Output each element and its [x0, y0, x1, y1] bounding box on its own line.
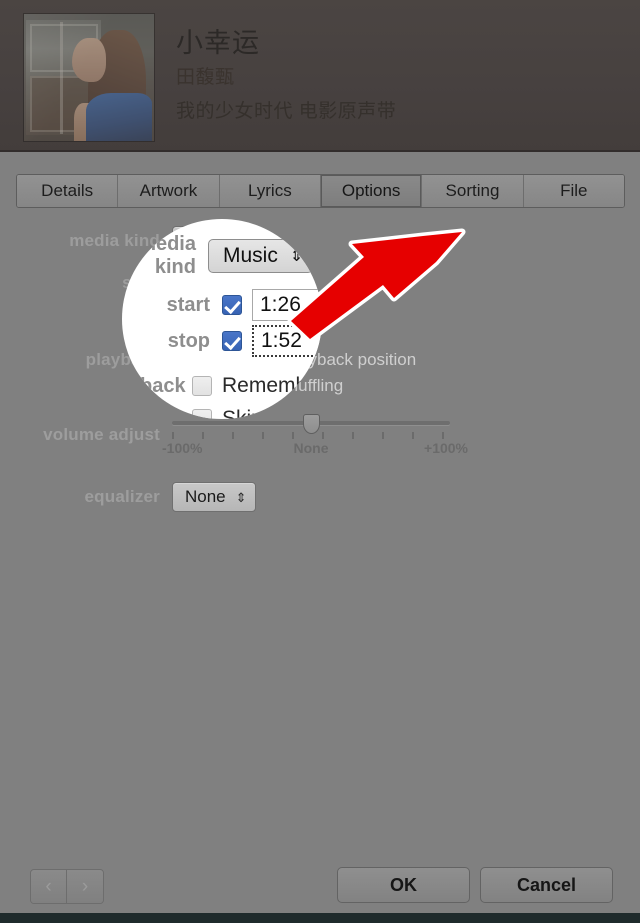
equalizer-label: equalizer	[84, 487, 160, 506]
cancel-button[interactable]: Cancel	[480, 867, 613, 903]
equalizer-select[interactable]: None ⇕	[172, 482, 256, 512]
tab-sorting[interactable]: Sorting	[422, 175, 524, 207]
slider-tick	[322, 432, 324, 439]
tab-details[interactable]: Details	[17, 175, 119, 207]
magnified-media-kind-value: Music	[223, 244, 278, 267]
ok-button[interactable]: OK	[337, 867, 470, 903]
tab-bar: Details Artwork Lyrics Options Sorting F…	[16, 174, 625, 208]
record-navigation: ‹ ›	[30, 869, 104, 904]
artwork-dim-overlay	[24, 14, 154, 141]
magnified-remember-label: Remember playba	[222, 374, 322, 397]
slider-tick	[352, 432, 354, 439]
track-metadata: 小幸运 田馥甄 我的少女时代 电影原声带	[176, 26, 596, 127]
slider-tick	[232, 432, 234, 439]
magnified-playback-row: playback Remember playba	[122, 374, 322, 398]
annotation-arrow-icon	[287, 228, 466, 342]
dialog-footer: ‹ › OK Cancel	[0, 863, 640, 909]
volume-min-label: -100%	[162, 440, 203, 456]
slider-tick	[442, 432, 444, 439]
tab-lyrics[interactable]: Lyrics	[219, 175, 321, 207]
track-header: 小幸运 田馥甄 我的少女时代 电影原声带	[0, 0, 640, 152]
magnified-media-kind-row: media kind Music ⇕	[122, 233, 314, 279]
magnified-remember-checkbox[interactable]	[192, 376, 212, 396]
magnified-stop-label: stop	[167, 329, 210, 352]
slider-tick	[412, 432, 414, 439]
artist-name: 田馥甄	[176, 67, 235, 88]
tab-artwork[interactable]: Artwork	[118, 175, 220, 207]
magnified-skip-checkbox[interactable]	[192, 409, 212, 419]
album-name: 我的少女时代 电影原声带	[176, 101, 397, 122]
itunes-get-info-dialog: 小幸运 田馥甄 我的少女时代 电影原声带 Details Artwork Lyr…	[0, 0, 640, 923]
equalizer-row: equalizer None ⇕	[0, 482, 640, 512]
window-bottom-edge	[0, 913, 640, 923]
slider-tick	[262, 432, 264, 439]
magnified-start-label: start	[166, 293, 210, 316]
volume-max-label: +100%	[424, 440, 468, 456]
volume-mid-label: None	[293, 440, 329, 456]
slider-tick	[202, 432, 204, 439]
magnified-start-checkbox[interactable]	[222, 295, 242, 315]
equalizer-value: None	[185, 487, 226, 506]
tab-options[interactable]: Options	[320, 175, 423, 207]
magnified-skip-row: Skip when shufflin	[192, 407, 322, 419]
previous-track-button[interactable]: ‹	[31, 870, 67, 903]
song-title: 小幸运	[176, 28, 260, 58]
tab-file[interactable]: File	[523, 175, 624, 207]
slider-tick	[382, 432, 384, 439]
album-artwork	[24, 14, 154, 141]
slider-tick	[172, 432, 174, 439]
magnified-skip-label: Skip when shufflin	[222, 407, 322, 419]
next-track-button[interactable]: ›	[67, 870, 103, 903]
magnified-media-kind-label: media kind	[138, 233, 196, 278]
slider-tick	[292, 432, 294, 439]
magnified-stop-checkbox[interactable]	[222, 331, 242, 351]
volume-adjust-label: volume adjust	[43, 425, 160, 444]
magnified-playback-label: playback	[122, 374, 186, 397]
chevron-updown-icon: ⇕	[235, 489, 247, 505]
